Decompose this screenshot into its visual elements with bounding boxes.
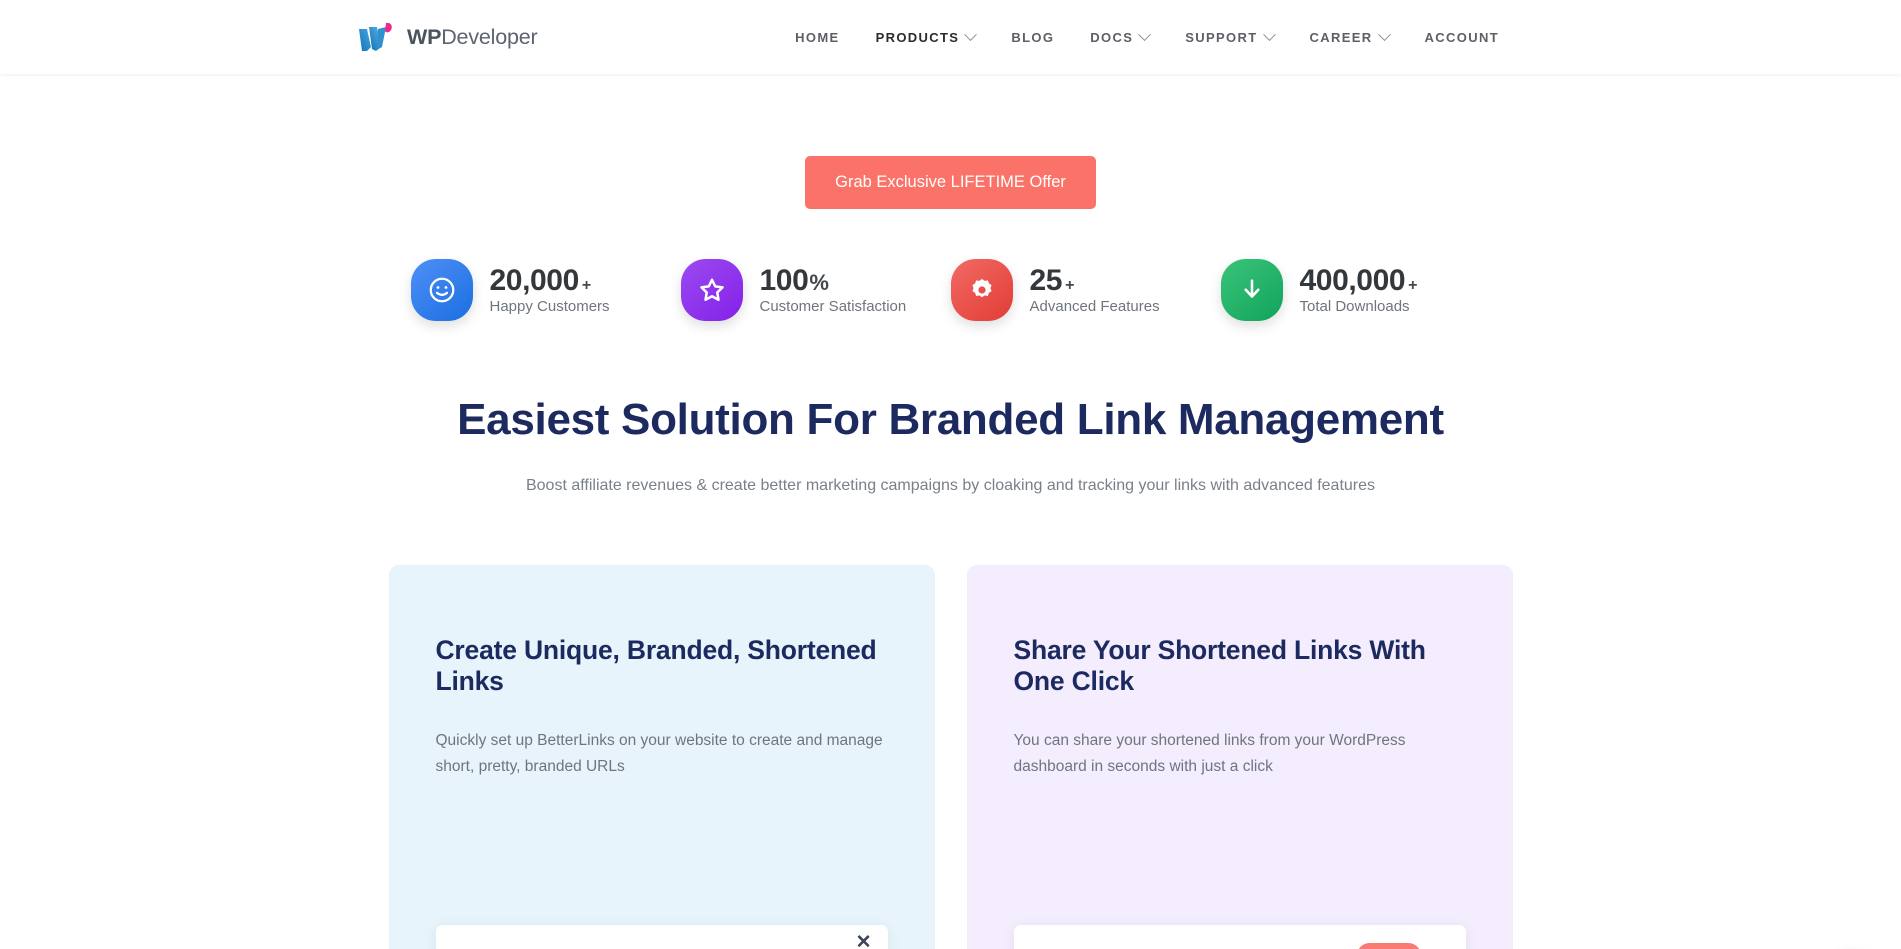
close-icon[interactable]: ✕ — [856, 933, 872, 949]
nav-item-support[interactable]: SUPPORT — [1167, 27, 1291, 45]
hero-section: Easiest Solution For Branded Link Manage… — [0, 395, 1901, 498]
stats-row: 20,000 + Happy Customers 100% Customer Sa… — [0, 259, 1901, 321]
gear-icon — [950, 259, 1013, 321]
stat-number: 25 — [1029, 263, 1063, 297]
nav-item-blog[interactable]: BLOG — [993, 30, 1072, 45]
stat-suffix: + — [581, 276, 591, 294]
stat-number: 20,000 — [489, 263, 580, 297]
stat-advanced-features: 25 + Advanced Features — [950, 259, 1221, 321]
chevron-down-icon — [1377, 27, 1391, 41]
nav-item-home[interactable]: HOME — [777, 30, 857, 45]
stat-value: 100% — [760, 265, 907, 297]
link-editor-mockup: ✕ Title ✓ No Follow Description ✓ Sponso… — [435, 924, 888, 949]
download-arrow-icon — [1220, 259, 1283, 321]
feature-card-create-links: Create Unique, Branded, Shortened Links … — [388, 564, 935, 949]
grab-lifetime-offer-button[interactable]: Grab Exclusive LIFETIME Offer — [805, 156, 1096, 209]
nav-label-home: HOME — [795, 29, 840, 45]
main-navigation: HOME PRODUCTS BLOG DOCS SUPPORT CAREER A… — [777, 27, 1517, 45]
stat-happy-customers: 20,000 + Happy Customers — [410, 259, 681, 321]
stat-suffix: % — [809, 269, 829, 295]
page-title: Easiest Solution For Branded Link Manage… — [457, 395, 1444, 444]
stat-customer-satisfaction: 100% Customer Satisfaction — [680, 259, 951, 321]
nav-item-docs[interactable]: DOCS — [1072, 27, 1167, 45]
stat-suffix: + — [1065, 276, 1075, 294]
nav-label-products: PRODUCTS — [875, 29, 960, 45]
page-content: Grab Exclusive LIFETIME Offer 20,000 + Ha… — [0, 156, 1901, 949]
star-icon — [680, 259, 743, 321]
feature-cards-row: Create Unique, Branded, Shortened Links … — [0, 564, 1901, 949]
nav-label-docs: DOCS — [1090, 29, 1134, 45]
logo-text-wp: WP — [407, 24, 442, 49]
stat-label: Total Downloads — [1299, 298, 1410, 316]
nav-label-blog: BLOG — [1011, 29, 1055, 45]
nav-label-career: CAREER — [1309, 29, 1373, 45]
stat-value: 20,000 + — [490, 265, 610, 297]
stat-number: 400,000 — [1299, 263, 1406, 297]
feature-card-share-links: Share Your Shortened Links With One Clic… — [966, 564, 1513, 949]
smiley-face-icon — [410, 259, 473, 321]
wpdeveloper-logo-icon — [358, 21, 398, 53]
nav-item-career[interactable]: CAREER — [1292, 27, 1407, 45]
stat-label: Customer Satisfaction — [759, 298, 907, 316]
stat-total-downloads: 400,000 + Total Downloads — [1220, 259, 1491, 321]
feature-card-description: You can share your shortened links from … — [1013, 731, 1406, 776]
nav-label-support: SUPPORT — [1185, 29, 1258, 45]
logo[interactable]: WPDeveloper — [358, 21, 538, 53]
copy-button[interactable]: COPY — [1357, 942, 1421, 949]
nav-label-account: ACCOUNT — [1424, 29, 1499, 45]
feature-card-description: Quickly set up BetterLinks on your websi… — [435, 731, 883, 776]
cta-row: Grab Exclusive LIFETIME Offer — [0, 156, 1901, 209]
stat-label: Happy Customers — [489, 298, 610, 316]
stat-value: 400,000 + — [1300, 265, 1418, 297]
chevron-down-icon — [1262, 27, 1276, 41]
stat-suffix: + — [1408, 276, 1418, 294]
nav-item-products[interactable]: PRODUCTS — [858, 27, 994, 45]
stat-value: 25 + — [1030, 265, 1160, 297]
share-link-mockup: COPY — [1013, 924, 1466, 949]
stat-label: Advanced Features — [1029, 298, 1160, 316]
feature-card-title: Share Your Shortened Links With One Clic… — [1013, 634, 1426, 696]
logo-text-developer: Developer — [441, 24, 538, 49]
chevron-down-icon — [964, 27, 978, 41]
stat-number: 100 — [759, 263, 809, 297]
feature-card-title: Create Unique, Branded, Shortened Links — [435, 634, 877, 696]
logo-text: WPDeveloper — [407, 24, 538, 50]
hero-subtitle: Boost affiliate revenues & create better… — [525, 476, 1376, 494]
chevron-down-icon — [1138, 27, 1152, 41]
site-header: WPDeveloper HOME PRODUCTS BLOG DOCS SUPP… — [0, 0, 1901, 74]
nav-item-account[interactable]: ACCOUNT — [1407, 30, 1517, 45]
